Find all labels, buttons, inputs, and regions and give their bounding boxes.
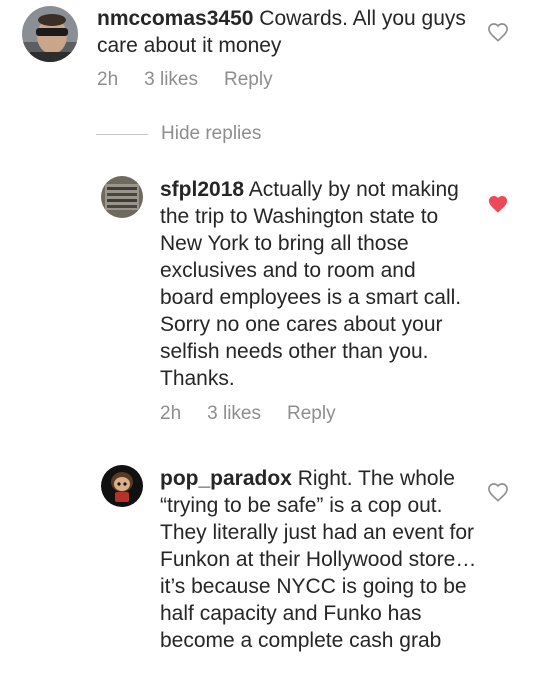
avatar[interactable] [22,6,78,62]
comment-username[interactable]: nmccomas3450 [97,7,253,30]
comment-text: nmccomas3450 Cowards. All you guys care … [97,5,497,59]
reply-button[interactable]: Reply [224,69,273,91]
comment-body: Actually by not making the trip to Washi… [160,178,462,390]
heart-outline-icon[interactable] [487,482,509,507]
comment-likes[interactable]: 3 likes [207,403,261,425]
comment-username[interactable]: pop_paradox [160,467,292,490]
heart-outline-icon[interactable] [487,22,509,47]
comment-body: Right. The whole “trying to be safe” is … [160,467,477,652]
hide-replies-label: Hide replies [161,123,262,144]
comment-text: sfpl2018 Actually by not making the trip… [160,176,475,392]
avatar[interactable] [101,176,143,218]
heart-filled-icon[interactable] [487,194,509,219]
comment-username[interactable]: sfpl2018 [160,178,244,201]
comment-time[interactable]: 2h [160,403,181,425]
reply-button[interactable]: Reply [287,403,336,425]
divider [96,133,148,135]
comment-text: pop_paradox Right. The whole “trying to … [160,465,480,654]
comment-meta: 2h 3 likes Reply [97,69,299,91]
comment-meta: 2h 3 likes Reply [160,403,362,425]
hide-replies-button[interactable]: Hide replies [96,122,261,146]
avatar[interactable] [101,465,143,507]
comment-likes[interactable]: 3 likes [144,69,198,91]
comment-time[interactable]: 2h [97,69,118,91]
